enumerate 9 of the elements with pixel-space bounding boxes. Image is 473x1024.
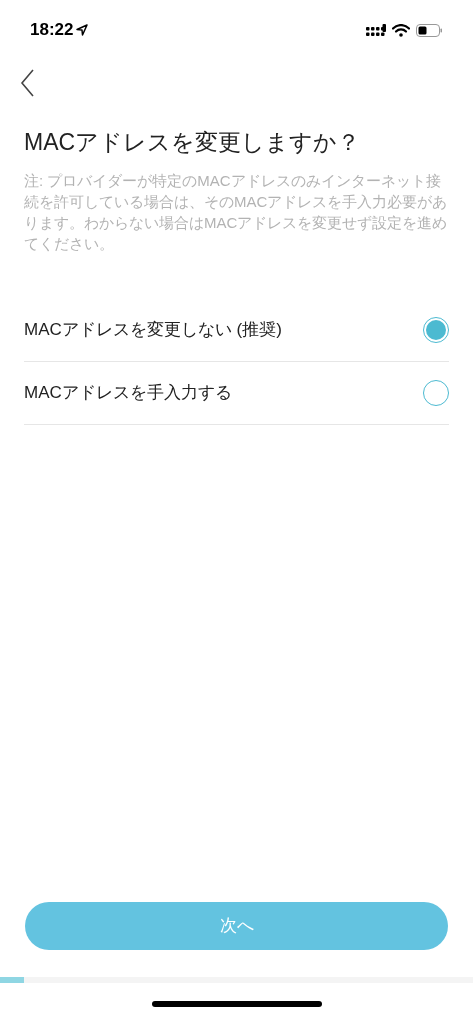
- radio-option[interactable]: MACアドレスを手入力する: [24, 362, 449, 425]
- location-arrow-icon: [76, 24, 89, 36]
- page-title: MACアドレスを変更しますか？: [24, 128, 362, 157]
- note-text: 注: プロバイダーが特定のMACアドレスのみインターネット接続を許可している場合は、そのMACアドレスを手入力必要があります。わからない場合はMACアドレスを変更せず設定を進めてください。: [24, 171, 449, 254]
- radio-option[interactable]: MACアドレスを変更しない (推奨): [24, 299, 449, 362]
- battery-icon: [416, 23, 443, 37]
- status-time: 18:22: [30, 19, 74, 42]
- signal-icon: [366, 23, 386, 37]
- wifi-icon: [392, 23, 410, 37]
